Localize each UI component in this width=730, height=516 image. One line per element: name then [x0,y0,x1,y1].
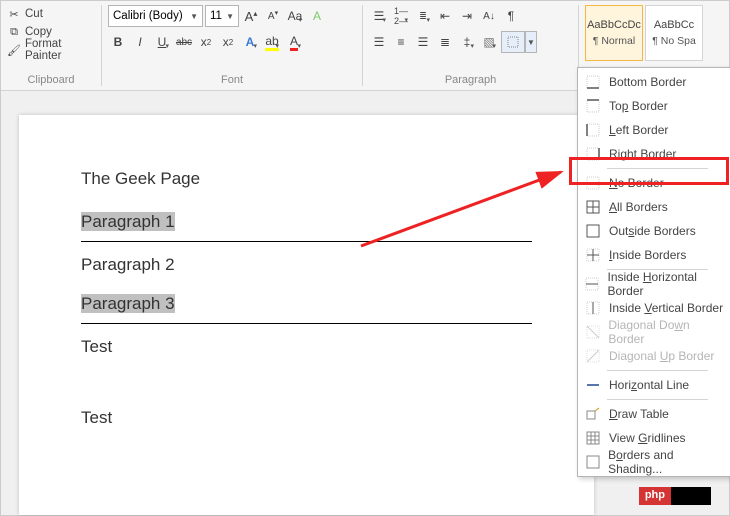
diag-up-icon [585,348,601,364]
menu-left-border[interactable]: Left Border [579,118,730,142]
menu-inside-borders[interactable]: Inside Borders [579,243,730,267]
change-case-button[interactable]: Aa▾ [285,5,305,27]
decrease-indent-button[interactable]: ⇤ [435,5,455,27]
watermark-badge: php [639,487,711,505]
menu-horizontal-line[interactable]: Horizontal Line [579,373,730,397]
style-nospacing[interactable]: AaBbCc ¶ No Spa [645,5,703,61]
justify-button[interactable]: ≣ [435,31,455,53]
test-2: Test [81,405,532,431]
paragraph-group-label: Paragraph [363,74,578,86]
menu-right-border[interactable]: Right Border [579,142,730,166]
italic-button[interactable]: I [130,31,150,53]
clear-format-button[interactable]: A [307,5,327,27]
menu-separator [607,399,708,400]
menu-view-gridlines[interactable]: View Gridlines [579,426,730,450]
paragraph-1: Paragraph 1 [81,209,532,235]
cut-button[interactable]: ✂ Cut [7,5,95,23]
shrink-font-button[interactable]: A▾ [263,5,283,27]
menu-inside-horizontal[interactable]: Inside Horizontal Border [579,272,730,296]
font-color-button[interactable]: A▾ [284,31,304,53]
menu-all-borders[interactable]: All Borders [579,195,730,219]
style-normal[interactable]: AaBbCcDc ¶ Normal [585,5,643,61]
test-1: Test [81,334,532,360]
underline-button[interactable]: U▾ [152,31,172,53]
page[interactable]: The Geek Page Paragraph 1 Paragraph 2 Pa… [19,115,594,515]
format-label: Format Painter [25,38,95,62]
no-border-icon [585,175,601,191]
border-icon [501,31,525,53]
paragraph-group: ☰▾ 1―2―▾ ≣▾ ⇤ ⇥ A↓ ¶ ☰ ≡ ☰ ≣ ‡▾ ▧▾ ▼ Par… [363,1,578,90]
menu-separator [607,370,708,371]
borders-shading-icon [585,454,600,470]
align-right-button[interactable]: ☰ [413,31,433,53]
borders-menu: Bottom Border Top Border Left Border Rig… [577,67,730,477]
line-spacing-button[interactable]: ‡▾ [457,31,477,53]
subscript-button[interactable]: x2 [196,31,216,53]
dropdown-icon: ▼ [226,12,234,21]
menu-separator [607,168,708,169]
clipboard-group: ✂ Cut ⧉ Copy 🖌 Format Painter Clipboard [1,1,101,90]
font-size-value: 11 [210,10,222,22]
superscript-button[interactable]: x2 [218,31,238,53]
inside-h-icon [585,276,599,292]
outside-border-icon [585,223,601,239]
text-effects-button[interactable]: A▾ [240,31,260,53]
increase-indent-button[interactable]: ⇥ [457,5,477,27]
paragraph-2: Paragraph 2 [81,252,532,278]
bullets-button[interactable]: ☰▾ [369,5,389,27]
align-left-button[interactable]: ☰ [369,31,389,53]
horizontal-line [81,323,532,324]
horizontal-line [81,241,532,242]
shading-button[interactable]: ▧▾ [479,31,499,53]
show-marks-button[interactable]: ¶ [501,5,521,27]
hline-icon [585,377,601,393]
menu-diagonal-up: Diagonal Up Border [579,344,730,368]
right-border-icon [585,146,601,162]
bottom-border-icon [585,74,601,90]
borders-button[interactable]: ▼ [501,31,537,53]
copy-icon: ⧉ [7,25,21,39]
top-border-icon [585,98,601,114]
dropdown-icon: ▼ [190,12,198,21]
menu-outside-borders[interactable]: Outside Borders [579,219,730,243]
gridlines-icon [585,430,601,446]
draw-table-icon [585,406,601,422]
font-name-value: Calibri (Body) [113,10,183,22]
cut-label: Cut [25,8,43,20]
menu-diagonal-down: Diagonal Down Border [579,320,730,344]
menu-draw-table[interactable]: Draw Table [579,402,730,426]
all-borders-icon [585,199,601,215]
paragraph-3: Paragraph 3 [81,291,532,317]
format-painter-button[interactable]: 🖌 Format Painter [7,41,95,59]
menu-borders-shading[interactable]: Borders and Shading... [579,450,730,474]
menu-inside-vertical[interactable]: Inside Vertical Border [579,296,730,320]
badge-left: php [639,487,671,505]
font-group: Calibri (Body) ▼ 11 ▼ A▴ A▾ Aa▾ A B I U▾ a… [102,1,362,90]
align-center-button[interactable]: ≡ [391,31,411,53]
doc-title: The Geek Page [81,169,532,189]
font-name-select[interactable]: Calibri (Body) ▼ [108,5,203,27]
font-group-label: Font [102,74,362,86]
diag-down-icon [585,324,600,340]
copy-label: Copy [25,26,52,38]
inside-border-icon [585,247,601,263]
border-dropdown-icon[interactable]: ▼ [525,31,537,53]
bold-button[interactable]: B [108,31,128,53]
multilevel-button[interactable]: ≣▾ [413,5,433,27]
menu-no-border[interactable]: No Border [579,171,730,195]
font-size-select[interactable]: 11 ▼ [205,5,239,27]
menu-top-border[interactable]: Top Border [579,94,730,118]
menu-bottom-border[interactable]: Bottom Border [579,70,730,94]
clipboard-group-label: Clipboard [1,74,101,86]
grow-font-button[interactable]: A▴ [241,5,261,27]
inside-v-icon [585,300,601,316]
sort-button[interactable]: A↓ [479,5,499,27]
badge-right [671,487,711,505]
brush-icon: 🖌 [7,43,21,57]
left-border-icon [585,122,601,138]
strike-button[interactable]: abc [174,31,194,53]
numbering-button[interactable]: 1―2―▾ [391,5,411,27]
highlight-button[interactable]: ab▾ [262,31,282,53]
scissors-icon: ✂ [7,7,21,21]
